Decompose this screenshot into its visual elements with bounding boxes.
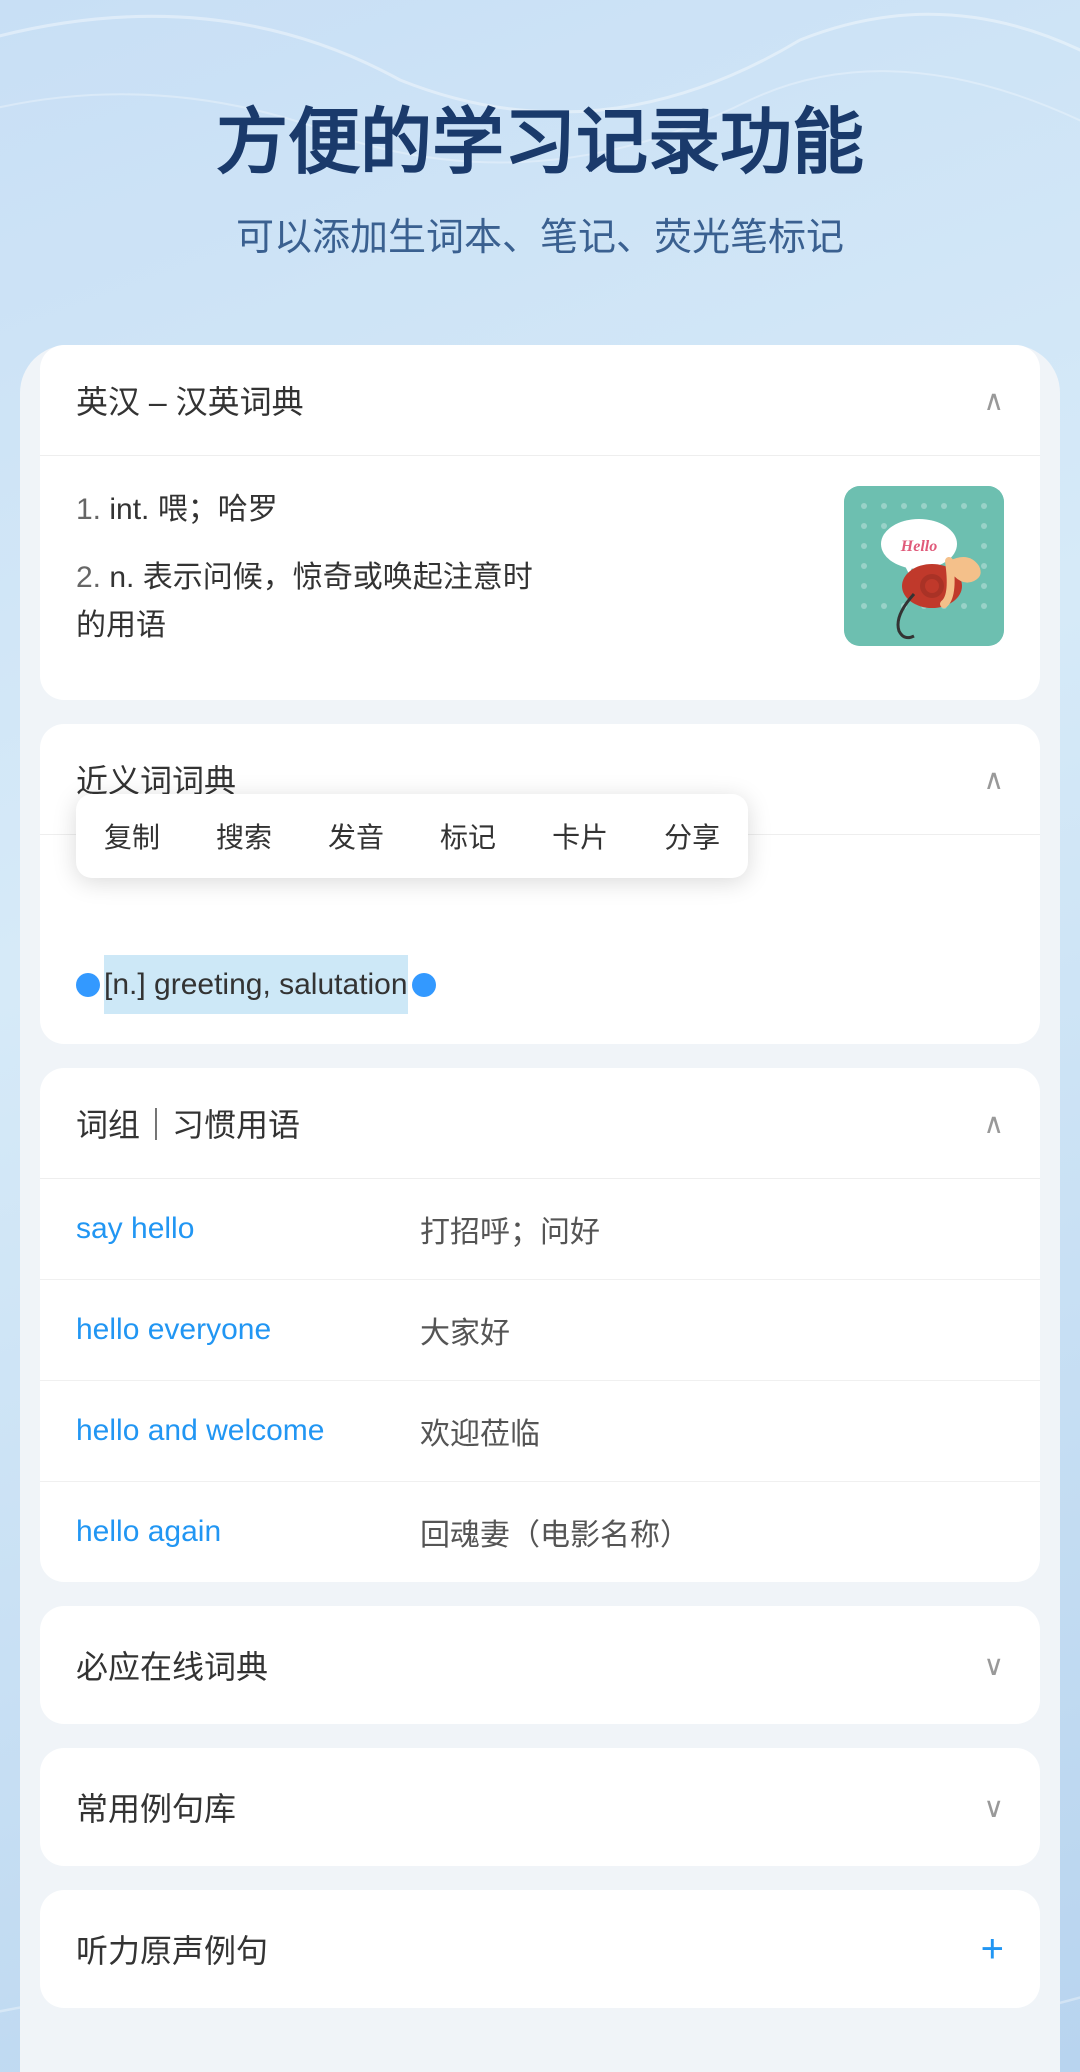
chevron-up-icon: ∧ xyxy=(984,384,1005,417)
context-menu-mark[interactable]: 标记 xyxy=(412,794,524,878)
biying-dict-section: 必应在线词典 ∨ xyxy=(40,1606,1040,1724)
selection-handle-right xyxy=(412,973,436,997)
phrase-zh-hello-everyone: 大家好 xyxy=(420,1308,510,1352)
main-card: 英汉 – 汉英词典 ∧ 1. int. 喂；哈罗 2. n. 表示问候，惊奇或唤… xyxy=(20,345,1060,2072)
phrases-section: 词组｜习惯用语 ∧ say hello 打招呼；问好 hello everyon… xyxy=(40,1068,1040,1582)
hello-telephone-image: Hello xyxy=(844,486,1004,646)
synonym-selected-text: [n.] greeting, salutation xyxy=(104,955,408,1014)
phrase-en-hello-and-welcome: hello and welcome xyxy=(76,1414,396,1448)
phrase-zh-say-hello: 打招呼；问好 xyxy=(420,1207,600,1251)
phrases-chevron-up-icon: ∧ xyxy=(984,1107,1005,1140)
header-title: 方便的学习记录功能 xyxy=(60,100,1020,186)
english-chinese-dict-header[interactable]: 英汉 – 汉英词典 ∧ xyxy=(40,345,1040,456)
biying-dict-header[interactable]: 必应在线词典 ∨ xyxy=(40,1606,1040,1724)
audio-examples-header[interactable]: 听力原声例句 + xyxy=(40,1890,1040,2008)
english-chinese-dict-title: 英汉 – 汉英词典 xyxy=(76,377,304,423)
english-chinese-dict-section: 英汉 – 汉英词典 ∧ 1. int. 喂；哈罗 2. n. 表示问候，惊奇或唤… xyxy=(40,345,1040,700)
phrase-en-say-hello: say hello xyxy=(76,1212,396,1246)
example-lib-chevron-down-icon: ∨ xyxy=(984,1791,1005,1824)
example-lib-section: 常用例句库 ∨ xyxy=(40,1748,1040,1866)
definition-item-1: 1. int. 喂；哈罗 xyxy=(76,486,824,534)
phrase-zh-hello-and-welcome: 欢迎莅临 xyxy=(420,1409,540,1453)
context-menu-copy[interactable]: 复制 xyxy=(76,794,188,878)
definition-content: 1. int. 喂；哈罗 2. n. 表示问候，惊奇或唤起注意时的用语 xyxy=(40,456,1040,700)
phrase-item-hello-and-welcome[interactable]: hello and welcome 欢迎莅临 xyxy=(40,1381,1040,1482)
audio-examples-title: 听力原声例句 xyxy=(76,1926,268,1972)
context-menu-card[interactable]: 卡片 xyxy=(524,794,636,878)
phrase-item-hello-again[interactable]: hello again 回魂妻（电影名称） xyxy=(40,1482,1040,1582)
context-menu-search[interactable]: 搜索 xyxy=(188,794,300,878)
svg-text:Hello: Hello xyxy=(900,538,937,555)
synonym-dict-section: 近义词词典 ∧ 复制 搜索 发音 标记 卡片 分享 [n.] greeting,… xyxy=(40,724,1040,1044)
example-lib-header[interactable]: 常用例句库 ∨ xyxy=(40,1748,1040,1866)
selection-handle-left xyxy=(76,973,100,997)
context-menu-pronounce[interactable]: 发音 xyxy=(300,794,412,878)
header-section: 方便的学习记录功能 可以添加生词本、笔记、荧光笔标记 xyxy=(0,0,1080,321)
definition-item-2: 2. n. 表示问候，惊奇或唤起注意时的用语 xyxy=(76,554,824,650)
phrase-en-hello-again: hello again xyxy=(76,1515,396,1549)
definition-text: 1. int. 喂；哈罗 2. n. 表示问候，惊奇或唤起注意时的用语 xyxy=(76,486,824,670)
phrases-title: 词组｜习惯用语 xyxy=(76,1100,300,1146)
audio-examples-section: 听力原声例句 + xyxy=(40,1890,1040,2008)
header-subtitle: 可以添加生词本、笔记、荧光笔标记 xyxy=(60,206,1020,261)
phrase-item-say-hello[interactable]: say hello 打招呼；问好 xyxy=(40,1179,1040,1280)
phrase-en-hello-everyone: hello everyone xyxy=(76,1313,396,1347)
context-menu-share[interactable]: 分享 xyxy=(636,794,748,878)
biying-chevron-down-icon: ∨ xyxy=(984,1649,1005,1682)
phrase-zh-hello-again: 回魂妻（电影名称） xyxy=(420,1510,690,1554)
example-lib-title: 常用例句库 xyxy=(76,1784,236,1830)
audio-examples-plus-icon[interactable]: + xyxy=(981,1927,1004,1972)
context-menu: 复制 搜索 发音 标记 卡片 分享 xyxy=(76,794,748,878)
synonym-chevron-up-icon: ∧ xyxy=(984,763,1005,796)
biying-dict-title: 必应在线词典 xyxy=(76,1642,268,1688)
selected-text-container: [n.] greeting, salutation xyxy=(76,955,1004,1014)
phrases-header[interactable]: 词组｜习惯用语 ∧ xyxy=(40,1068,1040,1179)
phrase-item-hello-everyone[interactable]: hello everyone 大家好 xyxy=(40,1280,1040,1381)
